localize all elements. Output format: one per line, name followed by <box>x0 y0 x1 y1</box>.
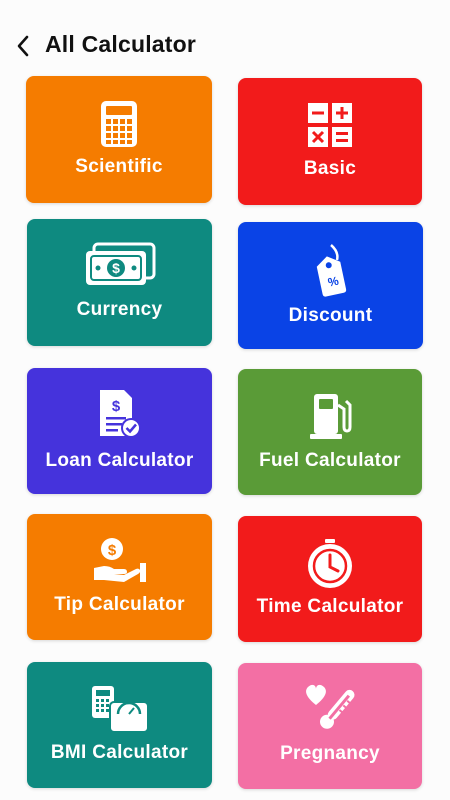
chevron-left-icon <box>17 35 29 57</box>
loan-calculator-card[interactable]: $ Loan Calculator <box>27 368 212 494</box>
card-label: Fuel Calculator <box>259 450 401 471</box>
scientific-card[interactable]: Scientific <box>26 76 212 203</box>
clock-icon <box>304 538 356 590</box>
card-label: Loan Calculator <box>45 450 194 471</box>
banknotes-icon: $ <box>84 242 156 286</box>
svg-text:$: $ <box>112 260 120 276</box>
basic-operators-icon <box>307 102 353 148</box>
card-label: Time Calculator <box>256 596 404 617</box>
card-label: Currency <box>76 299 163 320</box>
back-button[interactable] <box>10 32 36 60</box>
discount-card[interactable]: % Discount <box>238 222 423 349</box>
time-calculator-card[interactable]: Time Calculator <box>238 516 422 642</box>
scale-calculator-icon <box>90 684 150 734</box>
card-label: Basic <box>303 158 357 179</box>
loan-document-icon: $ <box>98 388 142 440</box>
currency-card[interactable]: $ Currency <box>27 219 212 346</box>
card-label: Pregnancy <box>280 743 380 764</box>
fuel-calculator-card[interactable]: Fuel Calculator <box>238 369 422 495</box>
calculator-icon <box>100 100 138 148</box>
bmi-calculator-card[interactable]: BMI Calculator <box>27 662 212 788</box>
card-label: BMI Calculator <box>50 742 189 763</box>
price-tag-icon: % <box>309 242 353 298</box>
card-label: Tip Calculator <box>54 594 185 615</box>
pregnancy-card[interactable]: Pregnancy <box>238 663 422 789</box>
card-label: Discount <box>288 305 373 326</box>
svg-text:$: $ <box>111 398 120 415</box>
thermometer-heart-icon <box>302 681 358 735</box>
svg-text:$: $ <box>107 542 116 559</box>
app-header: All Calculator <box>0 0 450 76</box>
fuel-pump-icon <box>308 391 352 441</box>
basic-card[interactable]: Basic <box>238 78 422 205</box>
hand-coin-icon: $ <box>92 536 148 584</box>
card-label: Scientific <box>75 156 163 177</box>
tip-calculator-card[interactable]: $ Tip Calculator <box>27 514 212 640</box>
page-title: All Calculator <box>45 31 197 57</box>
